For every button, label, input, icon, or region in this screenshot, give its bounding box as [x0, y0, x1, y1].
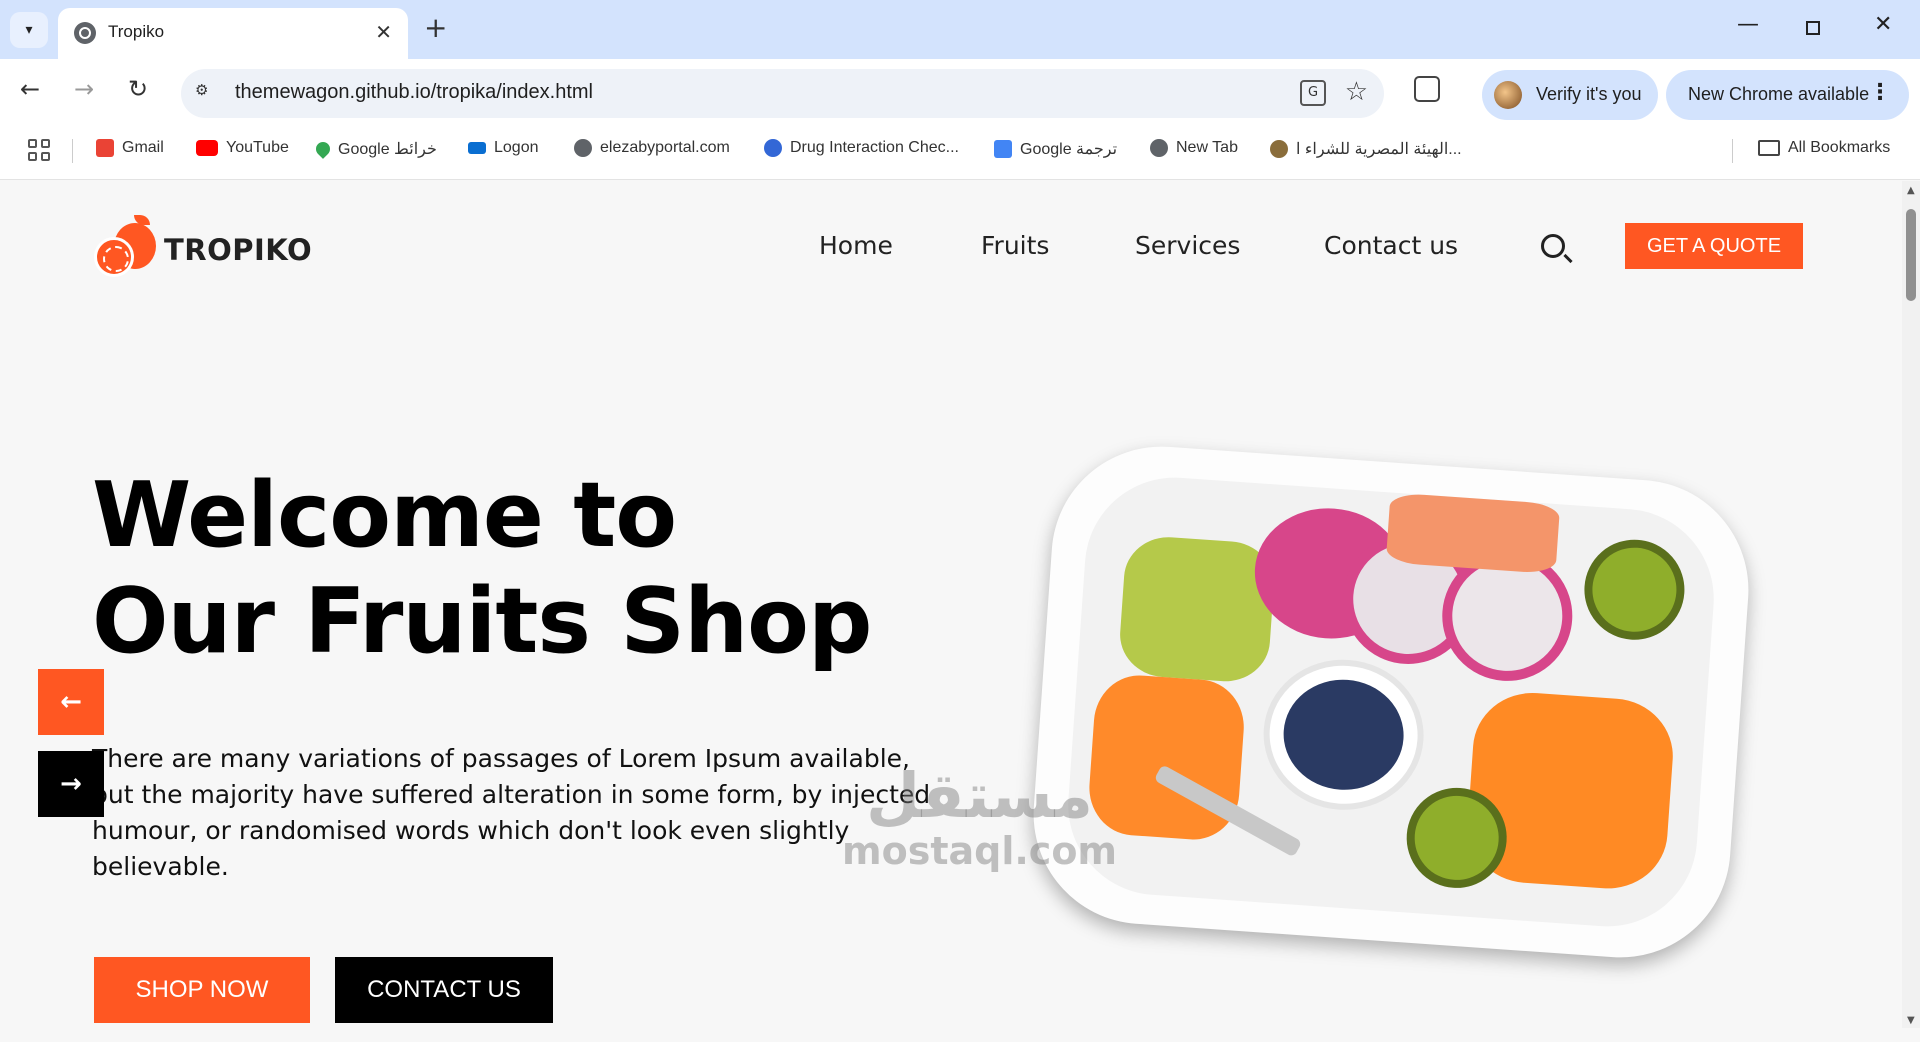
- verify-identity-button[interactable]: Verify it's you: [1482, 70, 1658, 120]
- fruit-platter-image: [1026, 439, 1756, 965]
- get-quote-button[interactable]: GET A QUOTE: [1625, 223, 1803, 269]
- sap-icon: [468, 142, 486, 154]
- bookmark-label: All Bookmarks: [1788, 139, 1891, 156]
- bookmark-label: الهيئة المصرية للشراء ا...: [1296, 141, 1462, 158]
- nav-contact[interactable]: Contact us: [1324, 231, 1458, 260]
- watermark-latin: mostaql.com: [842, 829, 1118, 873]
- bookmark-gmail[interactable]: Gmail: [96, 139, 164, 157]
- globe-icon: [574, 139, 592, 157]
- watermark-arabic: مستقل: [866, 759, 1093, 832]
- all-bookmarks-button[interactable]: All Bookmarks: [1758, 139, 1890, 157]
- bookmark-translate[interactable]: Google ترجمة: [994, 139, 1117, 159]
- tab-title: Tropiko: [108, 22, 165, 41]
- url-text[interactable]: themewagon.github.io/tropika/index.html: [235, 81, 593, 104]
- divider: [72, 139, 73, 163]
- verify-label: Verify it's you: [1536, 84, 1642, 104]
- tab-search-button[interactable]: ▾: [10, 12, 48, 48]
- scrollbar-thumb[interactable]: [1906, 209, 1916, 301]
- bookmark-label: Google خرائط: [338, 141, 437, 158]
- hero-title: Welcome to Our Fruits Shop: [92, 463, 872, 675]
- close-window-icon[interactable]: ✕: [1874, 14, 1892, 36]
- shop-now-button[interactable]: SHOP NOW: [94, 957, 310, 1023]
- contact-us-button[interactable]: CONTACT US: [335, 957, 553, 1023]
- bookmark-new-tab[interactable]: New Tab: [1150, 139, 1238, 157]
- bookmark-maps[interactable]: Google خرائط: [313, 139, 437, 159]
- translate-icon: [994, 140, 1012, 158]
- active-tab[interactable]: Tropiko ✕: [58, 8, 408, 59]
- divider: [1732, 139, 1733, 163]
- chrome-update-button[interactable]: New Chrome available ⋮: [1666, 70, 1909, 120]
- bookmark-label: elezabyportal.com: [600, 139, 730, 156]
- site-logo[interactable]: TROPIKO: [92, 215, 312, 285]
- w-icon: [764, 139, 782, 157]
- hero-title-line2: Our Fruits Shop: [92, 569, 872, 674]
- restore-icon[interactable]: [1806, 21, 1820, 35]
- bookmark-logon[interactable]: Logon: [468, 139, 539, 157]
- gmail-icon: [96, 139, 114, 157]
- forward-button[interactable]: →: [74, 75, 94, 103]
- reload-button[interactable]: ↻: [128, 75, 148, 103]
- scroll-down-icon[interactable]: ▼: [1907, 1015, 1915, 1026]
- nav-home[interactable]: Home: [819, 231, 893, 260]
- folder-icon: [1758, 140, 1780, 156]
- orange-logo-icon: [92, 215, 162, 285]
- maps-icon: [313, 139, 333, 159]
- emblem-icon: [1270, 140, 1288, 158]
- extensions-icon[interactable]: [1414, 76, 1440, 102]
- close-tab-icon[interactable]: ✕: [375, 20, 392, 44]
- chevron-down-icon: ▾: [25, 22, 33, 38]
- arrow-right-icon: →: [60, 769, 82, 799]
- globe-icon: [1150, 139, 1168, 157]
- bookmark-egyptian-authority[interactable]: الهيئة المصرية للشراء ا...: [1270, 139, 1462, 159]
- watermark: مستقل mostaql.com: [842, 759, 1118, 873]
- bookmark-drug-interaction[interactable]: Drug Interaction Chec...: [764, 139, 959, 157]
- bookmark-label: Drug Interaction Chec...: [790, 139, 959, 156]
- back-button[interactable]: ←: [20, 75, 40, 103]
- new-tab-button[interactable]: +: [424, 14, 447, 42]
- globe-icon: [74, 22, 96, 44]
- translate-icon[interactable]: G: [1300, 80, 1326, 106]
- address-bar[interactable]: ⚙ themewagon.github.io/tropika/index.htm…: [181, 69, 1384, 118]
- scroll-up-icon[interactable]: ▲: [1907, 185, 1915, 196]
- bookmark-elezaby[interactable]: elezabyportal.com: [574, 139, 730, 157]
- avatar: [1494, 81, 1522, 109]
- bookmark-label: YouTube: [226, 139, 289, 156]
- bookmark-label: Google ترجمة: [1020, 141, 1118, 158]
- slider-prev-button[interactable]: ←: [38, 669, 104, 735]
- page-scrollbar[interactable]: ▲ ▼: [1902, 181, 1920, 1028]
- hero-description: There are many variations of passages of…: [92, 744, 931, 881]
- nav-fruits[interactable]: Fruits: [981, 231, 1049, 260]
- slider-next-button[interactable]: →: [38, 751, 104, 817]
- hero-title-line1: Welcome to: [92, 463, 677, 568]
- brand-name: TROPIKO: [164, 233, 313, 267]
- tab-strip: ▾ Tropiko ✕ + — ✕: [0, 0, 1920, 59]
- nav-services[interactable]: Services: [1135, 231, 1240, 260]
- update-label: New Chrome available: [1688, 84, 1870, 104]
- bookmark-label: Gmail: [122, 139, 164, 156]
- bookmark-label: New Tab: [1176, 139, 1238, 156]
- apps-grid-icon[interactable]: [28, 139, 50, 161]
- bookmark-star-icon[interactable]: ☆: [1345, 77, 1368, 107]
- bookmark-label: Logon: [494, 139, 539, 156]
- menu-dots-icon[interactable]: ⋮: [1869, 80, 1891, 105]
- page-viewport: TROPIKO Home Fruits Services Contact us …: [0, 181, 1902, 1028]
- search-icon[interactable]: [1541, 234, 1565, 258]
- arrow-left-icon: ←: [60, 687, 82, 717]
- bookmark-youtube[interactable]: YouTube: [196, 139, 289, 157]
- youtube-icon: [196, 140, 218, 156]
- minimize-icon[interactable]: —: [1737, 14, 1759, 36]
- site-settings-icon[interactable]: ⚙: [195, 81, 221, 105]
